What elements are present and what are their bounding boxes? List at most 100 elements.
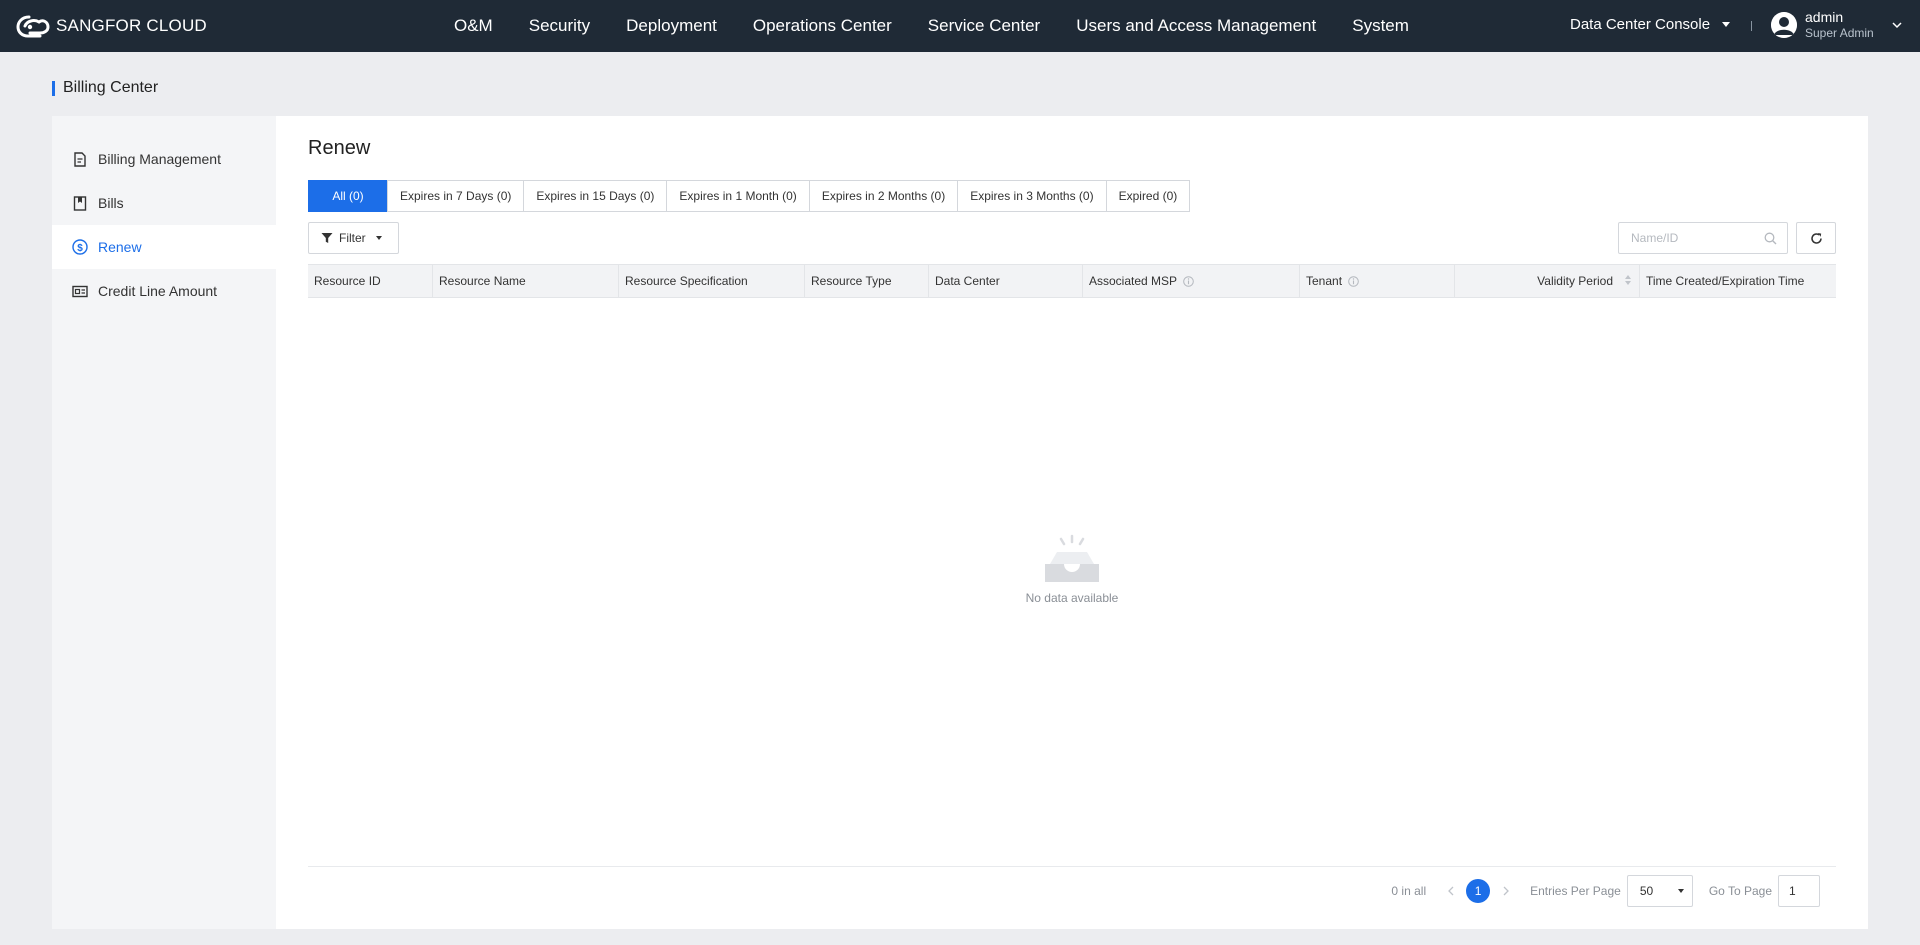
credit-card-icon [72, 283, 88, 299]
console-label: Data Center Console [1570, 16, 1711, 33]
column-label: Validity Period [1537, 274, 1613, 288]
refresh-button[interactable] [1796, 222, 1836, 254]
renew-table: Resource ID Resource Name Resource Speci… [308, 264, 1836, 298]
info-icon[interactable] [1348, 275, 1359, 287]
svg-text:$: $ [77, 243, 83, 254]
entries-per-page-label: Entries Per Page [1530, 884, 1621, 898]
empty-state-text: No data available [1025, 591, 1119, 605]
caret-down-icon [1677, 889, 1684, 893]
column-label: Resource Name [439, 274, 526, 288]
sidebar-item-bills[interactable]: Bills [52, 181, 276, 225]
column-label: Resource Specification [625, 274, 748, 288]
sidebar-item-label: Bills [98, 195, 124, 211]
pagination-divider [308, 866, 1836, 867]
info-icon[interactable] [1183, 275, 1194, 287]
column-label: Data Center [935, 274, 1000, 288]
page-heading: Billing Center [52, 79, 158, 97]
page-title: Renew [308, 137, 371, 159]
brand-name: SANGFOR CLOUD [56, 16, 207, 35]
heading-accent-bar [52, 80, 55, 96]
column-header-resource-type: Resource Type [804, 265, 928, 297]
column-header-tenant: Tenant [1299, 265, 1454, 297]
main-panel: Billing Management Bills $ Renew Credit … [52, 116, 1868, 929]
column-label: Resource ID [314, 274, 381, 288]
sidebar-item-label: Billing Management [98, 151, 221, 167]
chevron-down-icon [1892, 21, 1902, 28]
user-info: admin Super Admin [1805, 9, 1874, 41]
column-label: Associated MSP [1089, 274, 1178, 288]
sidebar-item-billing-management[interactable]: Billing Management [52, 137, 276, 181]
nav-item-system[interactable]: System [1334, 16, 1427, 36]
go-to-page-input[interactable] [1778, 875, 1820, 907]
filter-funnel-icon [321, 233, 333, 243]
brand-logo[interactable]: SANGFOR CLOUD [16, 13, 207, 39]
refresh-icon [1810, 232, 1822, 244]
column-header-resource-name: Resource Name [432, 265, 618, 297]
nav-item-operations-center[interactable]: Operations Center [735, 16, 910, 36]
nav-item-deployment[interactable]: Deployment [608, 16, 735, 36]
chevron-right-icon [1503, 886, 1509, 896]
header-divider [1751, 21, 1752, 31]
column-label: Resource Type [811, 274, 892, 288]
sidebar-item-label: Renew [98, 239, 142, 255]
avatar [1771, 12, 1797, 38]
sidebar: Billing Management Bills $ Renew Credit … [52, 116, 276, 929]
total-count: 0 in all [1391, 884, 1427, 898]
column-header-validity-period[interactable]: Validity Period [1454, 265, 1639, 297]
caret-down-icon [1722, 22, 1731, 27]
filter-label: Filter [339, 231, 366, 245]
tab-expires-15-days[interactable]: Expires in 15 Days (0) [523, 180, 668, 212]
caret-down-icon [375, 236, 382, 240]
go-to-page-label: Go To Page [1708, 884, 1772, 898]
billing-doc-icon [72, 151, 88, 167]
entries-per-page-select[interactable]: 50 [1626, 875, 1693, 907]
tab-expires-7-days[interactable]: Expires in 7 Days (0) [387, 180, 525, 212]
search-box [1618, 222, 1788, 254]
next-page-button[interactable] [1496, 886, 1516, 896]
user-role: Super Admin [1805, 26, 1874, 40]
column-header-resource-specification: Resource Specification [618, 265, 804, 297]
user-name: admin [1805, 9, 1844, 25]
console-switcher[interactable]: Data Center Console [1570, 16, 1731, 33]
bills-book-icon [72, 195, 88, 211]
table-header: Resource ID Resource Name Resource Speci… [308, 264, 1836, 298]
nav-item-service-center[interactable]: Service Center [910, 16, 1058, 36]
tab-expires-1-month[interactable]: Expires in 1 Month (0) [666, 180, 810, 212]
top-navigation-bar: SANGFOR CLOUD O&M Security Deployment Op… [0, 0, 1920, 52]
tab-expires-2-months[interactable]: Expires in 2 Months (0) [808, 180, 959, 212]
filter-button[interactable]: Filter [308, 222, 399, 254]
sidebar-item-credit-line-amount[interactable]: Credit Line Amount [52, 269, 276, 313]
tab-expires-3-months[interactable]: Expires in 3 Months (0) [957, 180, 1107, 212]
column-label: Tenant [1306, 274, 1343, 288]
column-header-time-created-expiration: Time Created/Expiration Time [1639, 265, 1836, 297]
sort-icon[interactable] [1625, 275, 1631, 285]
pagination: 0 in all 1 Entries Per Page 50 Go To Pag… [1391, 875, 1820, 907]
chevron-left-icon [1447, 886, 1454, 896]
prev-page-button[interactable] [1440, 886, 1460, 896]
page-heading-text: Billing Center [63, 79, 159, 96]
column-header-data-center: Data Center [928, 265, 1082, 297]
column-header-associated-msp: Associated MSP [1082, 265, 1299, 297]
column-header-resource-id: Resource ID [308, 265, 432, 297]
nav-item-security[interactable]: Security [511, 16, 608, 36]
content-area: Renew All (0) Expires in 7 Days (0) Expi… [308, 116, 1836, 929]
nav-item-users-access[interactable]: Users and Access Management [1058, 16, 1334, 36]
search-icon[interactable] [1764, 232, 1777, 245]
nav-item-om[interactable]: O&M [436, 16, 511, 36]
user-avatar-icon [1771, 12, 1797, 38]
entries-per-page-value: 50 [1639, 884, 1654, 898]
expiry-tabs: All (0) Expires in 7 Days (0) Expires in… [308, 180, 1191, 212]
sangfor-cloud-logo-icon [16, 15, 50, 38]
dollar-circle-icon: $ [72, 239, 88, 255]
sidebar-item-renew[interactable]: $ Renew [52, 225, 276, 269]
search-input[interactable] [1631, 223, 1761, 253]
empty-inbox-icon [1045, 534, 1099, 582]
main-nav: O&M Security Deployment Operations Cente… [436, 0, 1427, 52]
empty-state: No data available [308, 534, 1836, 605]
tab-expired[interactable]: Expired (0) [1105, 180, 1191, 212]
user-menu[interactable]: admin Super Admin [1771, 9, 1902, 41]
sidebar-item-label: Credit Line Amount [98, 283, 218, 299]
page-number-current[interactable]: 1 [1466, 879, 1491, 903]
tab-all[interactable]: All (0) [308, 180, 388, 212]
column-label: Time Created/Expiration Time [1646, 274, 1805, 288]
